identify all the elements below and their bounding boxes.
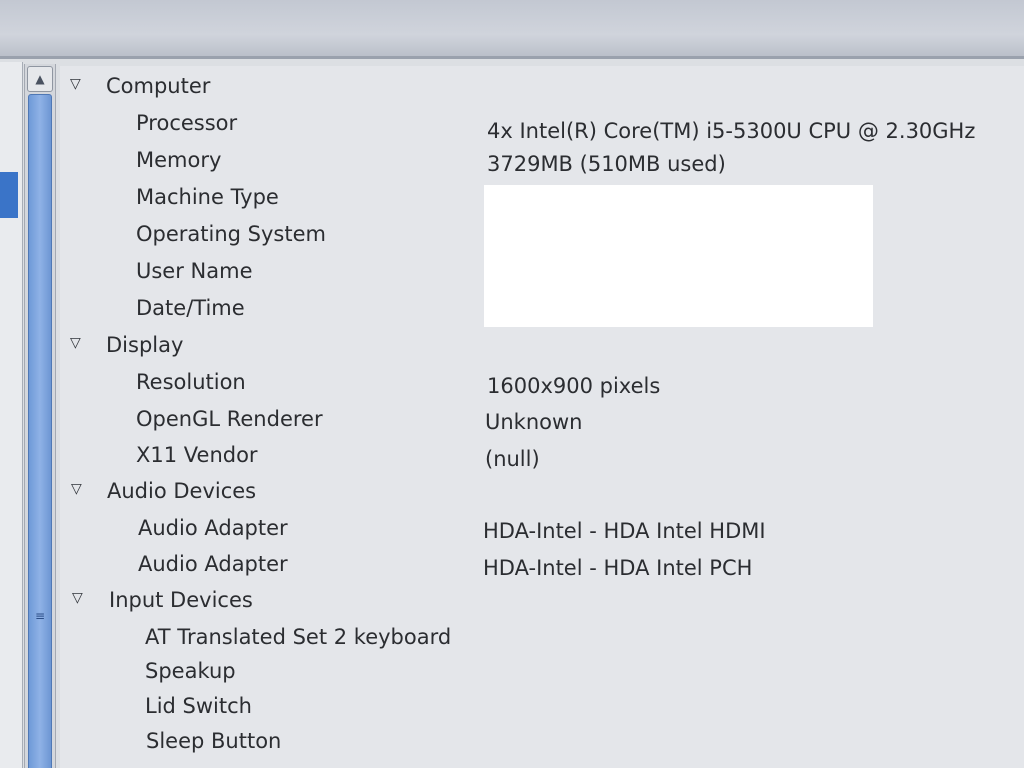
- tree-group-display[interactable]: ▽ Display: [60, 329, 1000, 363]
- group-label: Display: [106, 333, 184, 357]
- tree-row-audio-adapter-2[interactable]: Audio Adapter HDA-Intel - HDA Intel PCH: [60, 548, 1000, 582]
- grip-lines-icon: ≡: [34, 609, 46, 623]
- tree-row-opengl-renderer[interactable]: OpenGL Renderer Unknown: [60, 403, 1000, 437]
- tree-row-input-device[interactable]: Lid Switch: [60, 690, 1000, 724]
- tree-row-input-device[interactable]: Sleep Button: [60, 725, 1000, 759]
- tree-row-x11-vendor[interactable]: X11 Vendor (null): [60, 439, 1000, 473]
- tree-group-computer[interactable]: ▽ Computer: [60, 70, 1000, 104]
- scrollbar-thumb[interactable]: ≡: [28, 94, 52, 768]
- sidebar-pane[interactable]: [0, 62, 23, 768]
- tree-row-processor[interactable]: Processor 4x Intel(R) Core(TM) i5-5300U …: [60, 107, 1000, 143]
- row-value: 1600x900 pixels: [487, 374, 661, 398]
- row-label: Lid Switch: [145, 694, 252, 718]
- row-label: Operating System: [136, 222, 326, 246]
- row-label: Machine Type: [136, 185, 279, 209]
- row-value: (null): [485, 447, 540, 471]
- row-label: Resolution: [136, 370, 246, 394]
- row-value: 4x Intel(R) Core(TM) i5-5300U CPU @ 2.30…: [487, 119, 976, 143]
- tree-row-memory[interactable]: Memory 3729MB (510MB used): [60, 144, 1000, 178]
- row-label: Sleep Button: [146, 729, 282, 753]
- row-value: HDA-Intel - HDA Intel HDMI: [483, 519, 766, 543]
- system-info-window: ▲ ≡ ▽ Computer Processor 4x Intel(R) Cor…: [0, 0, 1024, 768]
- frame-divider: [0, 56, 1024, 59]
- group-label: Computer: [106, 74, 211, 98]
- expand-triangle-icon[interactable]: ▽: [71, 481, 91, 501]
- row-label: Date/Time: [136, 296, 245, 320]
- sidebar-selected-item[interactable]: [0, 172, 18, 218]
- redacted-area: [484, 185, 873, 327]
- row-label: Audio Adapter: [138, 516, 288, 540]
- row-label: Audio Adapter: [138, 552, 288, 576]
- tree-group-input-devices[interactable]: ▽ Input Devices: [60, 584, 1000, 618]
- row-value: 3729MB (510MB used): [487, 152, 726, 176]
- expand-triangle-icon[interactable]: ▽: [72, 590, 92, 610]
- window-frame-top: [0, 0, 1024, 58]
- scroll-up-icon[interactable]: ▲: [27, 66, 53, 92]
- row-label: AT Translated Set 2 keyboard: [145, 625, 452, 649]
- row-label: OpenGL Renderer: [136, 407, 323, 431]
- tree-row-input-device[interactable]: AT Translated Set 2 keyboard: [60, 621, 1000, 655]
- row-label: Processor: [136, 111, 238, 135]
- expand-triangle-icon[interactable]: ▽: [70, 76, 90, 96]
- row-label: Speakup: [145, 659, 236, 683]
- expand-triangle-icon[interactable]: ▽: [70, 335, 90, 355]
- info-tree: ▽ Computer Processor 4x Intel(R) Core(TM…: [60, 66, 1024, 768]
- tree-row-resolution[interactable]: Resolution 1600x900 pixels: [60, 366, 1000, 400]
- tree-group-audio-devices[interactable]: ▽ Audio Devices: [60, 475, 1000, 509]
- tree-row-input-device[interactable]: Speakup: [60, 655, 1000, 689]
- group-label: Input Devices: [109, 588, 253, 612]
- vertical-scrollbar[interactable]: ▲ ≡: [24, 64, 56, 768]
- row-label: Memory: [136, 148, 222, 172]
- row-value: Unknown: [485, 410, 583, 434]
- group-label: Audio Devices: [107, 479, 257, 503]
- row-label: User Name: [136, 259, 253, 283]
- tree-row-audio-adapter-1[interactable]: Audio Adapter HDA-Intel - HDA Intel HDMI: [60, 512, 1000, 546]
- row-label: X11 Vendor: [136, 443, 258, 467]
- row-value: HDA-Intel - HDA Intel PCH: [483, 556, 753, 580]
